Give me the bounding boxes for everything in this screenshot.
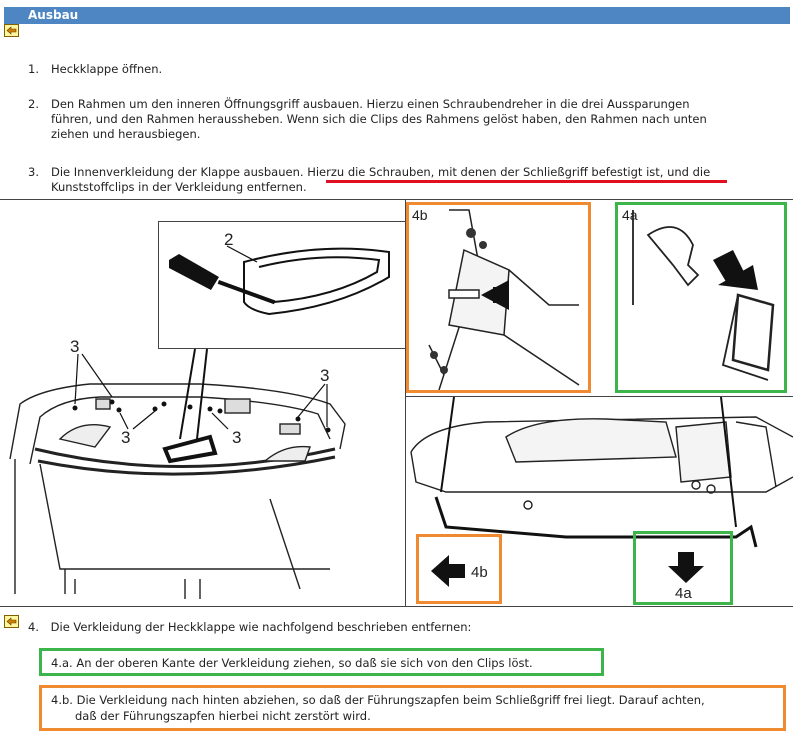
step-number: 4.: [28, 620, 39, 634]
guide-pin-illustration: [428, 209, 580, 390]
highlight-underline: [326, 180, 727, 183]
step-number: 1.: [28, 62, 39, 76]
note-4b-line-2: daß der Führungszapfen hierbei nicht zer…: [75, 709, 371, 723]
screwdriver-illustration: [169, 245, 390, 316]
clip-illustration: [632, 210, 775, 381]
step-line: ziehen und herausbiegen.: [51, 127, 201, 141]
note-4a-text: 4.a. An der oberen Kante der Verkleidung…: [51, 656, 533, 670]
note-4a-box: 4.a. An der oberen Kante der Verkleidung…: [39, 648, 604, 676]
back-arrow-icon[interactable]: [4, 615, 19, 628]
label-4b-bottom: 4b: [471, 564, 488, 581]
label-3-left: 3: [121, 428, 131, 447]
callout-4b: 4b: [416, 534, 502, 604]
step-number: 3.: [28, 165, 39, 179]
label-2: 2: [224, 230, 234, 249]
label-4a-bottom: 4a: [675, 585, 692, 602]
left-arrow-icon: [431, 555, 465, 587]
step-text: Den Rahmen um den inneren Öffnungsgriff …: [51, 97, 707, 142]
down-arrow-icon: [668, 552, 704, 583]
step-text: Die Verkleidung der Heckklappe wie nachf…: [50, 620, 472, 634]
label-4b-top: 4b: [412, 207, 428, 223]
step-text: Heckklappe öffnen.: [51, 62, 163, 76]
label-3-center: 3: [232, 428, 242, 447]
step-line: Kunststoffclips in der Verkleidung entfe…: [51, 180, 307, 194]
step-line: Den Rahmen um den inneren Öffnungsgriff …: [51, 97, 690, 111]
step-4: 4. Die Verkleidung der Heckklappe wie na…: [28, 620, 471, 635]
note-4b-box: 4.b. Die Verkleidung nach hinten abziehe…: [39, 685, 786, 731]
step-line: führen, und den Rahmen heraussheben. Wen…: [51, 112, 707, 126]
label-3-topleft: 3: [70, 337, 80, 356]
section-header: Ausbau: [4, 7, 790, 24]
note-4b-line-1: 4.b. Die Verkleidung nach hinten abziehe…: [51, 693, 705, 707]
callout-4a: 4a: [633, 531, 733, 605]
section-title: Ausbau: [28, 8, 79, 22]
label-4a-top: 4a: [622, 207, 638, 223]
step-line: Die Innenverkleidung der Klappe ausbauen…: [51, 165, 711, 179]
back-arrow-icon[interactable]: [4, 24, 19, 37]
step-number: 2.: [28, 97, 39, 111]
label-3-right: 3: [320, 366, 330, 385]
